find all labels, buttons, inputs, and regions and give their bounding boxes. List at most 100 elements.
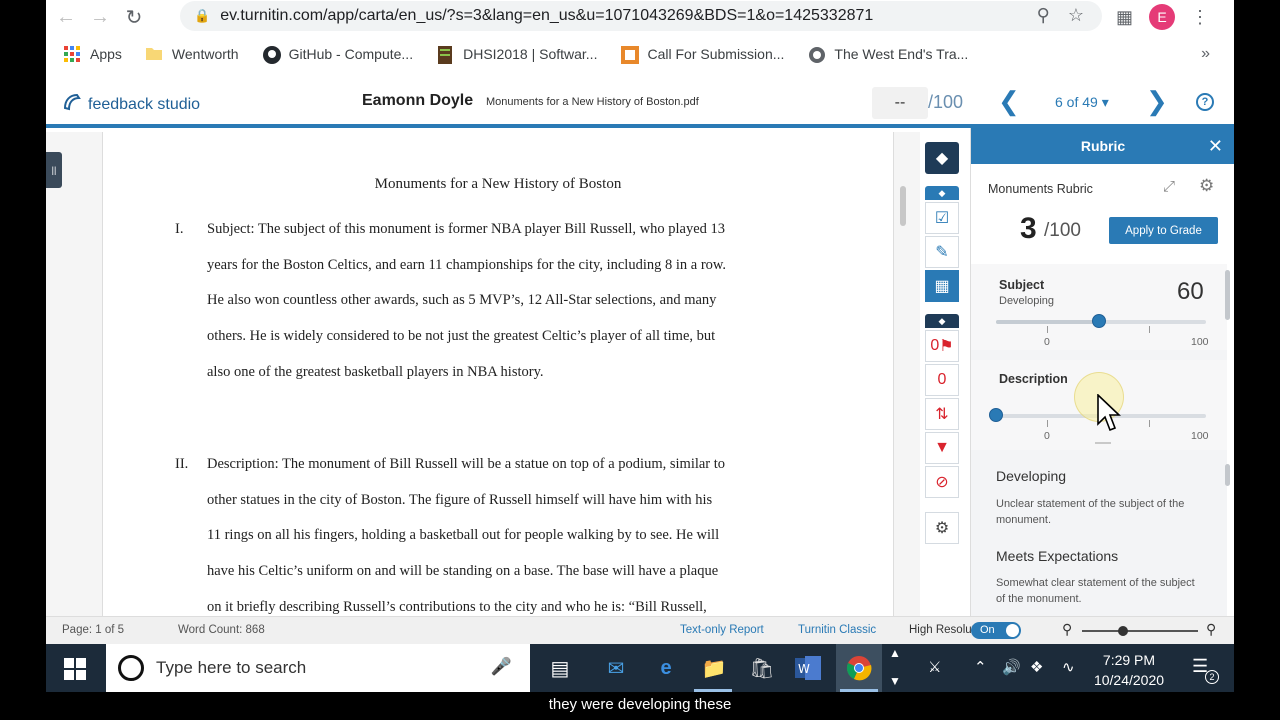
zoom-slider[interactable] — [1082, 630, 1198, 632]
rubric-grid-icon[interactable]: ▦ — [925, 270, 959, 302]
wifi-icon[interactable]: ∿ — [1062, 658, 1075, 676]
task-view-icon[interactable]: ▤ — [542, 652, 578, 684]
dropbox-icon[interactable]: ❖ — [1030, 658, 1043, 676]
document-section: II. Description: The monument of Bill Ru… — [175, 447, 767, 626]
criterion-slider[interactable] — [996, 314, 1206, 328]
bookmark-wentworth[interactable]: Wentworth — [145, 46, 239, 62]
url-text[interactable]: ev.turnitin.com/app/carta/en_us/?s=3&lan… — [220, 7, 873, 25]
text-line: Description: The monument of Bill Russel… — [207, 456, 726, 472]
levels-scrollbar[interactable] — [1225, 464, 1230, 486]
level-description: Unclear statement of the subject of the … — [996, 498, 1185, 526]
slider-thumb[interactable] — [989, 408, 1003, 422]
apply-to-grade-button[interactable]: Apply to Grade — [1109, 217, 1218, 244]
filter-icon[interactable]: ▼ — [925, 432, 959, 464]
taskbar-search[interactable]: Type here to search 🎤 — [106, 644, 530, 692]
extensions-icon[interactable]: ▦ — [1116, 7, 1133, 28]
windows-taskbar: Type here to search 🎤 ▤ ✉ e 📁 🛍 W ▲ ▼ ⚔ … — [46, 644, 1234, 692]
bookmark-submission[interactable]: Call For Submission... — [621, 46, 784, 64]
file-explorer-icon[interactable]: 📁 — [696, 652, 732, 684]
zoom-in-icon[interactable]: ⚲ — [1206, 621, 1216, 638]
next-paper-icon[interactable]: ❯ — [1146, 86, 1168, 117]
help-icon[interactable]: ? — [1196, 93, 1214, 111]
flag-icon: ⚑ — [939, 338, 954, 355]
windows-start-icon[interactable] — [64, 658, 86, 680]
section-number: II. — [175, 456, 189, 472]
doc-icon — [437, 46, 455, 64]
zoom-slider-thumb[interactable] — [1118, 626, 1128, 636]
chrome-icon[interactable] — [841, 652, 877, 684]
grading-layer-icon: ◆ — [925, 186, 959, 200]
level-title[interactable]: Developing — [996, 468, 1066, 484]
rubric-header: Rubric ✕ — [971, 128, 1234, 164]
side-panel-toggle[interactable]: || — [46, 152, 62, 188]
resize-handle[interactable] — [1095, 442, 1111, 444]
prev-paper-icon[interactable]: ❮ — [998, 86, 1020, 117]
back-icon[interactable]: ← — [52, 3, 80, 31]
taskbar-scroll-down-icon[interactable]: ▼ — [889, 674, 901, 688]
apps-grid-icon — [64, 46, 82, 62]
bookmark-label: Apps — [90, 46, 122, 62]
bookmark-github[interactable]: GitHub - Compute... — [262, 46, 413, 64]
store-icon[interactable]: 🛍 — [744, 652, 780, 684]
flag-count-button[interactable]: 0 ⚑ — [925, 330, 959, 362]
reload-icon[interactable]: ↻ — [120, 3, 148, 31]
rubric-score-total: /100 — [1044, 220, 1081, 241]
criterion-value: 60 — [1177, 278, 1204, 305]
slider-tick — [1047, 420, 1048, 427]
star-icon[interactable]: ☆ — [1068, 5, 1084, 26]
grade-input[interactable]: -- — [872, 87, 928, 119]
svg-text:W: W — [798, 662, 810, 676]
bookmark-westend[interactable]: The West End's Tra... — [808, 46, 968, 63]
text-line: have his Celtic’s uniform on and will be… — [207, 563, 719, 580]
file-name: Monuments for a New History of Boston.pd… — [486, 96, 699, 108]
high-resolution-toggle[interactable]: On — [971, 622, 1021, 639]
zoom-out-icon[interactable]: ⚲ — [1062, 621, 1072, 638]
paper-pager[interactable]: 6 of 49 ▾ — [1055, 94, 1109, 111]
match-count-button[interactable]: 0 — [925, 364, 959, 396]
checkbox-tool-icon[interactable]: ☑ — [925, 202, 959, 234]
turnitin-classic-link[interactable]: Turnitin Classic — [798, 624, 876, 636]
expand-icon[interactable]: ⤢ — [1163, 178, 1175, 195]
exclude-icon[interactable]: ⊘ — [925, 466, 959, 498]
volume-icon[interactable]: 🔊 — [1002, 658, 1021, 676]
document-scrollbar[interactable] — [900, 186, 906, 226]
taskbar-scroll-up-icon[interactable]: ▲ — [889, 646, 901, 660]
text-line: 11 rings on all his fingers, holding a b… — [207, 527, 720, 544]
github-icon — [262, 46, 281, 64]
mail-icon[interactable]: ✉ — [598, 652, 634, 684]
address-bar[interactable]: 🔒 ev.turnitin.com/app/carta/en_us/?s=3&l… — [180, 1, 1102, 31]
edge-icon[interactable]: e — [648, 652, 684, 684]
screen: ← → ↻ 🔒 ev.turnitin.com/app/carta/en_us/… — [46, 0, 1234, 692]
bookmark-dhsi[interactable]: DHSI2018 | Softwar... — [437, 46, 597, 64]
status-bar: Page: 1 of 5 Word Count: 868 Text-only R… — [46, 616, 1234, 644]
text-line: years for the Boston Celtics, and earn 1… — [207, 256, 727, 273]
menu-icon[interactable]: ⋮ — [1191, 7, 1209, 28]
show-hidden-icon[interactable]: ⌃ — [974, 658, 987, 676]
notification-count: 2 — [1205, 670, 1219, 684]
people-icon[interactable]: ⚔ — [928, 658, 941, 676]
more-bookmarks-icon[interactable]: » — [1201, 45, 1210, 63]
word-count: Word Count: 868 — [178, 624, 265, 636]
text-line: others. He is widely considered to be no… — [207, 328, 716, 345]
level-title[interactable]: Meets Expectations — [996, 548, 1118, 564]
zoom-icon[interactable]: ⚲ — [1037, 5, 1050, 26]
forward-icon[interactable]: → — [86, 3, 114, 31]
edit-tool-icon[interactable]: ✎ — [925, 236, 959, 268]
layers-icon[interactable]: ◆ — [925, 142, 959, 174]
letterbox-left — [0, 0, 46, 720]
settings-gear-icon[interactable]: ⚙ — [925, 512, 959, 544]
profile-avatar[interactable]: E — [1149, 4, 1176, 30]
microphone-icon[interactable]: 🎤 — [491, 657, 512, 677]
word-icon[interactable]: W — [790, 652, 826, 684]
rubric-scrollbar[interactable] — [1225, 270, 1230, 320]
system-clock[interactable]: 7:29 PM 10/24/2020 — [1084, 650, 1174, 690]
close-icon[interactable]: ✕ — [1208, 136, 1223, 157]
bookmark-apps[interactable]: Apps — [64, 46, 122, 62]
rubric-criteria: Subject Developing 60 0 100 Description — [971, 264, 1227, 616]
slider-thumb[interactable] — [1091, 314, 1106, 328]
rubric-settings-icon[interactable]: ⚙ — [1199, 176, 1214, 196]
sort-icon[interactable]: ⇅ — [925, 398, 959, 430]
clock-date: 10/24/2020 — [1093, 672, 1165, 688]
slider-min-label: 0 — [1044, 430, 1050, 442]
text-only-report-link[interactable]: Text-only Report — [680, 624, 764, 636]
